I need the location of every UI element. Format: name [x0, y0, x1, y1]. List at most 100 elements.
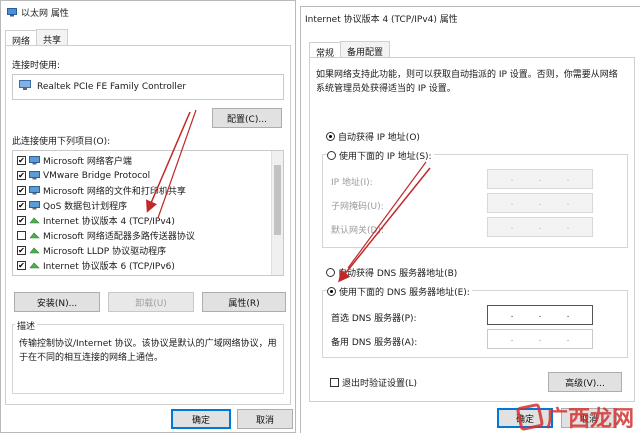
auto-dns-radio[interactable]: 自动获得 DNS 服务器地址(B) [326, 266, 457, 279]
description-group: 描述 传输控制协议/Internet 协议。该协议是默认的广域网络协议，用于在不… [12, 319, 284, 394]
left-title-bar: 以太网 属性 [1, 1, 295, 23]
configure-button[interactable]: 配置(C)... [212, 108, 282, 128]
manual-dns-label: 使用下面的 DNS 服务器地址(E): [339, 288, 470, 298]
right-title-bar: Internet 协议版本 4 (TCP/IPv4) 属性 [301, 7, 640, 29]
description-text: 传输控制协议/Internet 协议。该协议是默认的广域网络协议，用于在不同的相… [19, 339, 277, 363]
left-cancel-button[interactable]: 取消 [237, 409, 293, 429]
right-window-title: Internet 协议版本 4 (TCP/IPv4) 属性 [305, 14, 458, 25]
connect-using-label: 连接时使用: [12, 61, 61, 71]
preferred-dns-field[interactable]: ... [487, 305, 593, 325]
ip-dot: . [510, 198, 514, 208]
component-list-item[interactable]: ✔ Microsoft 网络客户端 [17, 153, 132, 168]
component-checkbox[interactable] [17, 231, 26, 240]
component-label: Internet 协议版本 4 (TCP/IPv4) [43, 217, 175, 227]
network-adapter-icon [7, 7, 17, 17]
ip-dot: . [510, 174, 514, 184]
network-client-icon [29, 171, 40, 180]
protocol-icon [29, 231, 40, 240]
alternate-dns-field[interactable]: ... [487, 329, 593, 349]
component-list-item[interactable]: ✔ Internet 协议版本 4 (TCP/IPv4) [17, 213, 175, 228]
ip-dot: . [566, 174, 570, 184]
preferred-dns-label: 首选 DNS 服务器(P): [331, 314, 417, 324]
manual-dns-radio-dot [327, 287, 336, 296]
ip-dot: . [538, 310, 542, 320]
validate-on-exit-label: 退出时验证设置(L) [342, 379, 418, 389]
manual-ip-group: 使用下面的 IP 地址(S): IP 地址(I): ... 子网掩码(U): .… [322, 149, 628, 248]
component-checkbox[interactable]: ✔ [17, 261, 26, 270]
component-label: Microsoft 网络客户端 [43, 157, 132, 167]
component-list-item[interactable]: ✔ VMware Bridge Protocol [17, 168, 150, 183]
ip-dot: . [510, 334, 514, 344]
component-list-item[interactable]: ✔ Microsoft LLDP 协议驱动程序 [17, 243, 166, 258]
install-button[interactable]: 安装(N)... [14, 292, 100, 312]
component-list-item[interactable]: ✔ Microsoft 网络的文件和打印机共享 [17, 183, 186, 198]
component-checkbox[interactable]: ✔ [17, 186, 26, 195]
auto-dns-label: 自动获得 DNS 服务器地址(B) [338, 269, 458, 279]
ip-dot: . [566, 222, 570, 232]
auto-dns-radio-dot [326, 268, 335, 277]
ip-address-label: IP 地址(I): [331, 178, 373, 188]
manual-ip-label: 使用下面的 IP 地址(S): [339, 152, 432, 162]
component-label: Microsoft 网络的文件和打印机共享 [43, 187, 186, 197]
manual-dns-group: 使用下面的 DNS 服务器地址(E): 首选 DNS 服务器(P): ... 备… [322, 285, 628, 358]
validate-on-exit-checkbox[interactable]: 退出时验证设置(L) [330, 376, 417, 389]
component-list-item[interactable]: ✔ QoS 数据包计划程序 [17, 198, 127, 213]
validate-checkbox-box [330, 378, 339, 387]
component-list-item[interactable]: Microsoft 网络适配器多路传送器协议 [17, 228, 195, 243]
network-client-icon [29, 156, 40, 165]
right-tab-panel: 如果网络支持此功能，则可以获取自动指派的 IP 设置。否则，你需要从网络系统管理… [309, 57, 635, 402]
protocol-icon [29, 261, 40, 270]
left-tab-panel: 连接时使用: Realtek PCIe FE Family Controller… [5, 45, 291, 405]
ip-dot: . [510, 222, 514, 232]
component-label: Microsoft LLDP 协议驱动程序 [43, 247, 167, 257]
watermark-text: 广西龙网 [545, 407, 634, 432]
ip-dot: . [538, 222, 542, 232]
protocol-icon [29, 216, 40, 225]
uninstall-button[interactable]: 卸载(U) [108, 292, 194, 312]
auto-ip-label: 自动获得 IP 地址(O) [338, 133, 420, 143]
adapter-field: Realtek PCIe FE Family Controller [12, 74, 284, 100]
ipv4-properties-window: Internet 协议版本 4 (TCP/IPv4) 属性 常规 备用配置 如果… [300, 6, 640, 433]
component-label: QoS 数据包计划程序 [43, 202, 128, 212]
manual-dns-radio[interactable]: 使用下面的 DNS 服务器地址(E): [327, 285, 472, 298]
component-checkbox[interactable]: ✔ [17, 156, 26, 165]
left-window-title: 以太网 属性 [21, 8, 69, 19]
watermark-logo: 广西龙网 [515, 401, 634, 433]
subnet-field[interactable]: ... [487, 193, 593, 213]
ip-dot: . [538, 174, 542, 184]
protocol-icon [29, 246, 40, 255]
component-checkbox[interactable]: ✔ [17, 246, 26, 255]
auto-ip-radio-dot [326, 132, 335, 141]
ip-dot: . [566, 310, 570, 320]
properties-button[interactable]: 属性(R) [202, 292, 286, 312]
component-checkbox[interactable]: ✔ [17, 216, 26, 225]
component-label: Internet 协议版本 6 (TCP/IPv6) [43, 262, 175, 272]
left-ok-button[interactable]: 确定 [171, 409, 231, 429]
components-list-items: ✔ Microsoft 网络客户端 ✔ VMware Bridge Protocol ✔… [17, 153, 269, 275]
ip-dot: . [566, 334, 570, 344]
components-list[interactable]: ✔ Microsoft 网络客户端 ✔ VMware Bridge Protocol ✔… [12, 150, 284, 276]
adapter-name: Realtek PCIe FE Family Controller [37, 82, 187, 92]
component-label: Microsoft 网络适配器多路传送器协议 [43, 232, 195, 242]
intro-text: 如果网络支持此功能，则可以获取自动指派的 IP 设置。否则，你需要从网络系统管理… [316, 70, 618, 94]
component-list-item[interactable]: ✔ Internet 协议版本 6 (TCP/IPv6) [17, 258, 175, 273]
auto-ip-radio[interactable]: 自动获得 IP 地址(O) [326, 130, 420, 143]
adapter-icon [19, 80, 31, 94]
component-checkbox[interactable]: ✔ [17, 201, 26, 210]
network-client-icon [29, 201, 40, 210]
manual-ip-radio[interactable]: 使用下面的 IP 地址(S): [327, 149, 434, 162]
component-label: VMware Bridge Protocol [43, 170, 151, 181]
watermark-emblem-icon [515, 402, 545, 432]
manual-ip-radio-dot [327, 151, 336, 160]
ip-address-field[interactable]: ... [487, 169, 593, 189]
description-title: 描述 [15, 319, 38, 332]
items-label: 此连接使用下列项目(O): [12, 137, 111, 147]
subnet-label: 子网掩码(U): [331, 202, 384, 212]
ip-dot: . [510, 310, 514, 320]
scrollbar-thumb[interactable] [274, 165, 281, 235]
component-checkbox[interactable]: ✔ [17, 171, 26, 180]
components-list-scrollbar[interactable] [271, 151, 283, 275]
ip-dot: . [566, 198, 570, 208]
gateway-field[interactable]: ... [487, 217, 593, 237]
advanced-button[interactable]: 高级(V)... [548, 372, 622, 392]
